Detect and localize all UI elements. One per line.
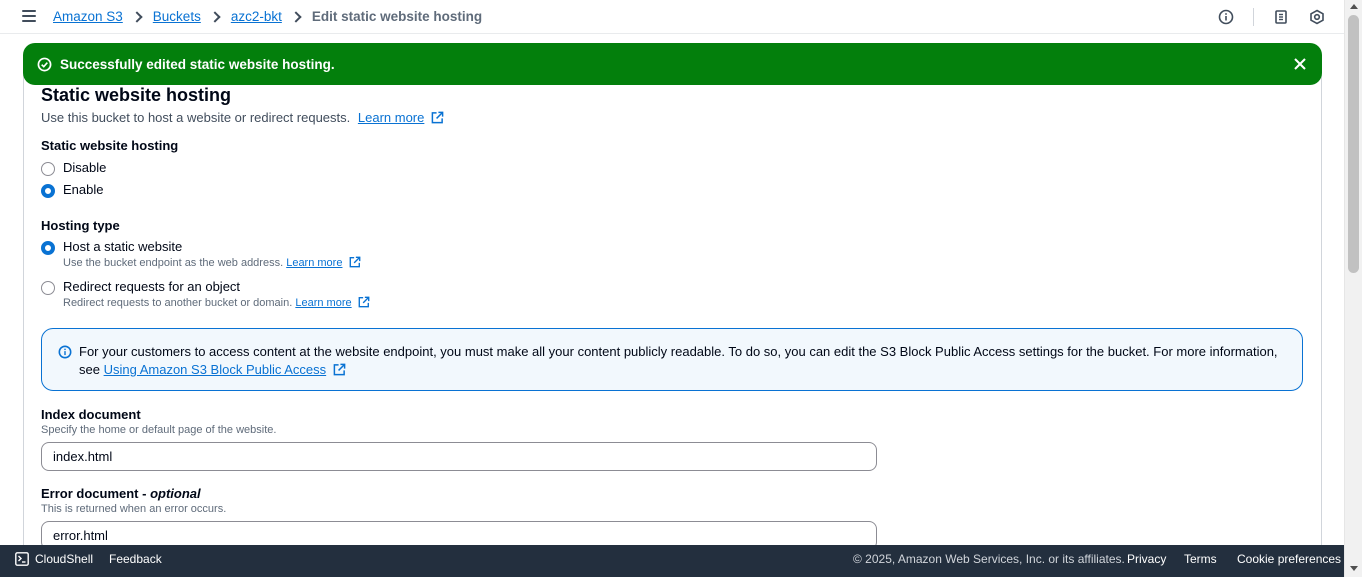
radio-button-selected[interactable] [41, 184, 55, 198]
radio-label: Disable [63, 160, 107, 175]
external-link-icon [333, 363, 346, 376]
scroll-thumb[interactable] [1348, 15, 1359, 273]
breadcrumb-buckets[interactable]: Buckets [153, 9, 201, 24]
section-description: Use this bucket to host a website or red… [41, 110, 444, 125]
learn-more-link[interactable]: Learn more [286, 257, 342, 269]
radio-disable[interactable]: Disable [41, 160, 106, 176]
optional-label: optional [150, 486, 201, 501]
breadcrumb-current: Edit static website hosting [311, 9, 483, 24]
privacy-link[interactable]: Privacy [1127, 552, 1166, 566]
scroll-up-arrow-icon[interactable] [1350, 4, 1358, 9]
feedback-link[interactable]: Feedback [109, 552, 162, 566]
cloudshell-label: CloudShell [35, 552, 94, 566]
top-navigation: Amazon S3 Buckets azc2-bkt Edit static w… [0, 0, 1344, 34]
learn-more-link[interactable]: Learn more [295, 297, 351, 309]
cloudshell-button[interactable]: CloudShell [15, 552, 93, 566]
index-document-description: Specify the home or default page of the … [41, 424, 277, 436]
radio-button[interactable] [41, 162, 55, 176]
breadcrumb: Amazon S3 Buckets azc2-bkt Edit static w… [53, 9, 482, 24]
section-title: Static website hosting [41, 85, 232, 105]
scroll-down-arrow-icon[interactable] [1350, 566, 1358, 571]
copyright-text: © 2025, Amazon Web Services, Inc. or its… [853, 552, 1125, 566]
notes-icon[interactable] [1272, 8, 1290, 26]
section-description-text: Use this bucket to host a website or red… [41, 110, 351, 125]
index-document-input[interactable] [41, 442, 877, 471]
hosting-label: Static website hosting [41, 138, 179, 153]
cookie-preferences-link[interactable]: Cookie preferences [1237, 552, 1341, 566]
error-document-label: Error document - optional [41, 486, 201, 501]
cloudshell-icon [15, 552, 29, 566]
block-public-access-link[interactable]: Using Amazon S3 Block Public Access [104, 362, 327, 377]
vertical-scrollbar[interactable] [1344, 0, 1362, 577]
radio-label: Redirect requests for an object [63, 279, 241, 294]
index-document-label: Index document [41, 407, 141, 422]
toolbar-divider [1253, 8, 1254, 26]
close-icon[interactable] [1292, 56, 1308, 72]
success-check-icon [37, 57, 52, 71]
radio-description: Use the bucket endpoint as the web addre… [63, 256, 361, 269]
info-icon [58, 345, 72, 359]
breadcrumb-amazon-s3[interactable]: Amazon S3 [53, 9, 123, 24]
info-alert: For your customers to access content at … [41, 328, 1303, 391]
radio-label: Host a static website [63, 239, 183, 254]
menu-icon[interactable] [22, 10, 36, 22]
chevron-right-icon [131, 10, 143, 23]
radio-host-static-website[interactable]: Host a static website Use the bucket end… [41, 239, 361, 269]
external-link-icon [358, 296, 370, 308]
info-alert-text: For your customers to access content at … [79, 343, 1279, 379]
radio-description: Redirect requests to another bucket or d… [63, 296, 370, 309]
hosting-type-label: Hosting type [41, 218, 120, 233]
error-document-description: This is returned when an error occurs. [41, 503, 227, 515]
radio-button-selected[interactable] [41, 241, 55, 255]
settings-hex-icon[interactable] [1308, 8, 1326, 26]
terms-link[interactable]: Terms [1184, 552, 1217, 566]
radio-button[interactable] [41, 281, 55, 295]
external-link-icon [431, 111, 444, 124]
radio-description-text: Redirect requests to another bucket or d… [63, 297, 293, 309]
external-link-icon [349, 256, 360, 268]
learn-more-link[interactable]: Learn more [358, 110, 424, 125]
breadcrumb-bucket[interactable]: azc2-bkt [231, 9, 282, 24]
success-flashbar: Successfully edited static website hosti… [23, 43, 1322, 85]
flash-message: Successfully edited static website hosti… [60, 56, 335, 72]
info-icon[interactable] [1217, 8, 1235, 26]
radio-description-text: Use the bucket endpoint as the web addre… [63, 257, 284, 269]
radio-enable[interactable]: Enable [41, 182, 103, 198]
radio-redirect-requests[interactable]: Redirect requests for an object Redirect… [41, 279, 370, 309]
console-footer: CloudShell Feedback © 2025, Amazon Web S… [0, 545, 1344, 577]
chevron-right-icon [209, 10, 221, 23]
error-document-label-text: Error document [41, 486, 139, 501]
main-container [23, 64, 1322, 564]
chevron-right-icon [290, 10, 302, 23]
radio-label: Enable [63, 182, 104, 197]
